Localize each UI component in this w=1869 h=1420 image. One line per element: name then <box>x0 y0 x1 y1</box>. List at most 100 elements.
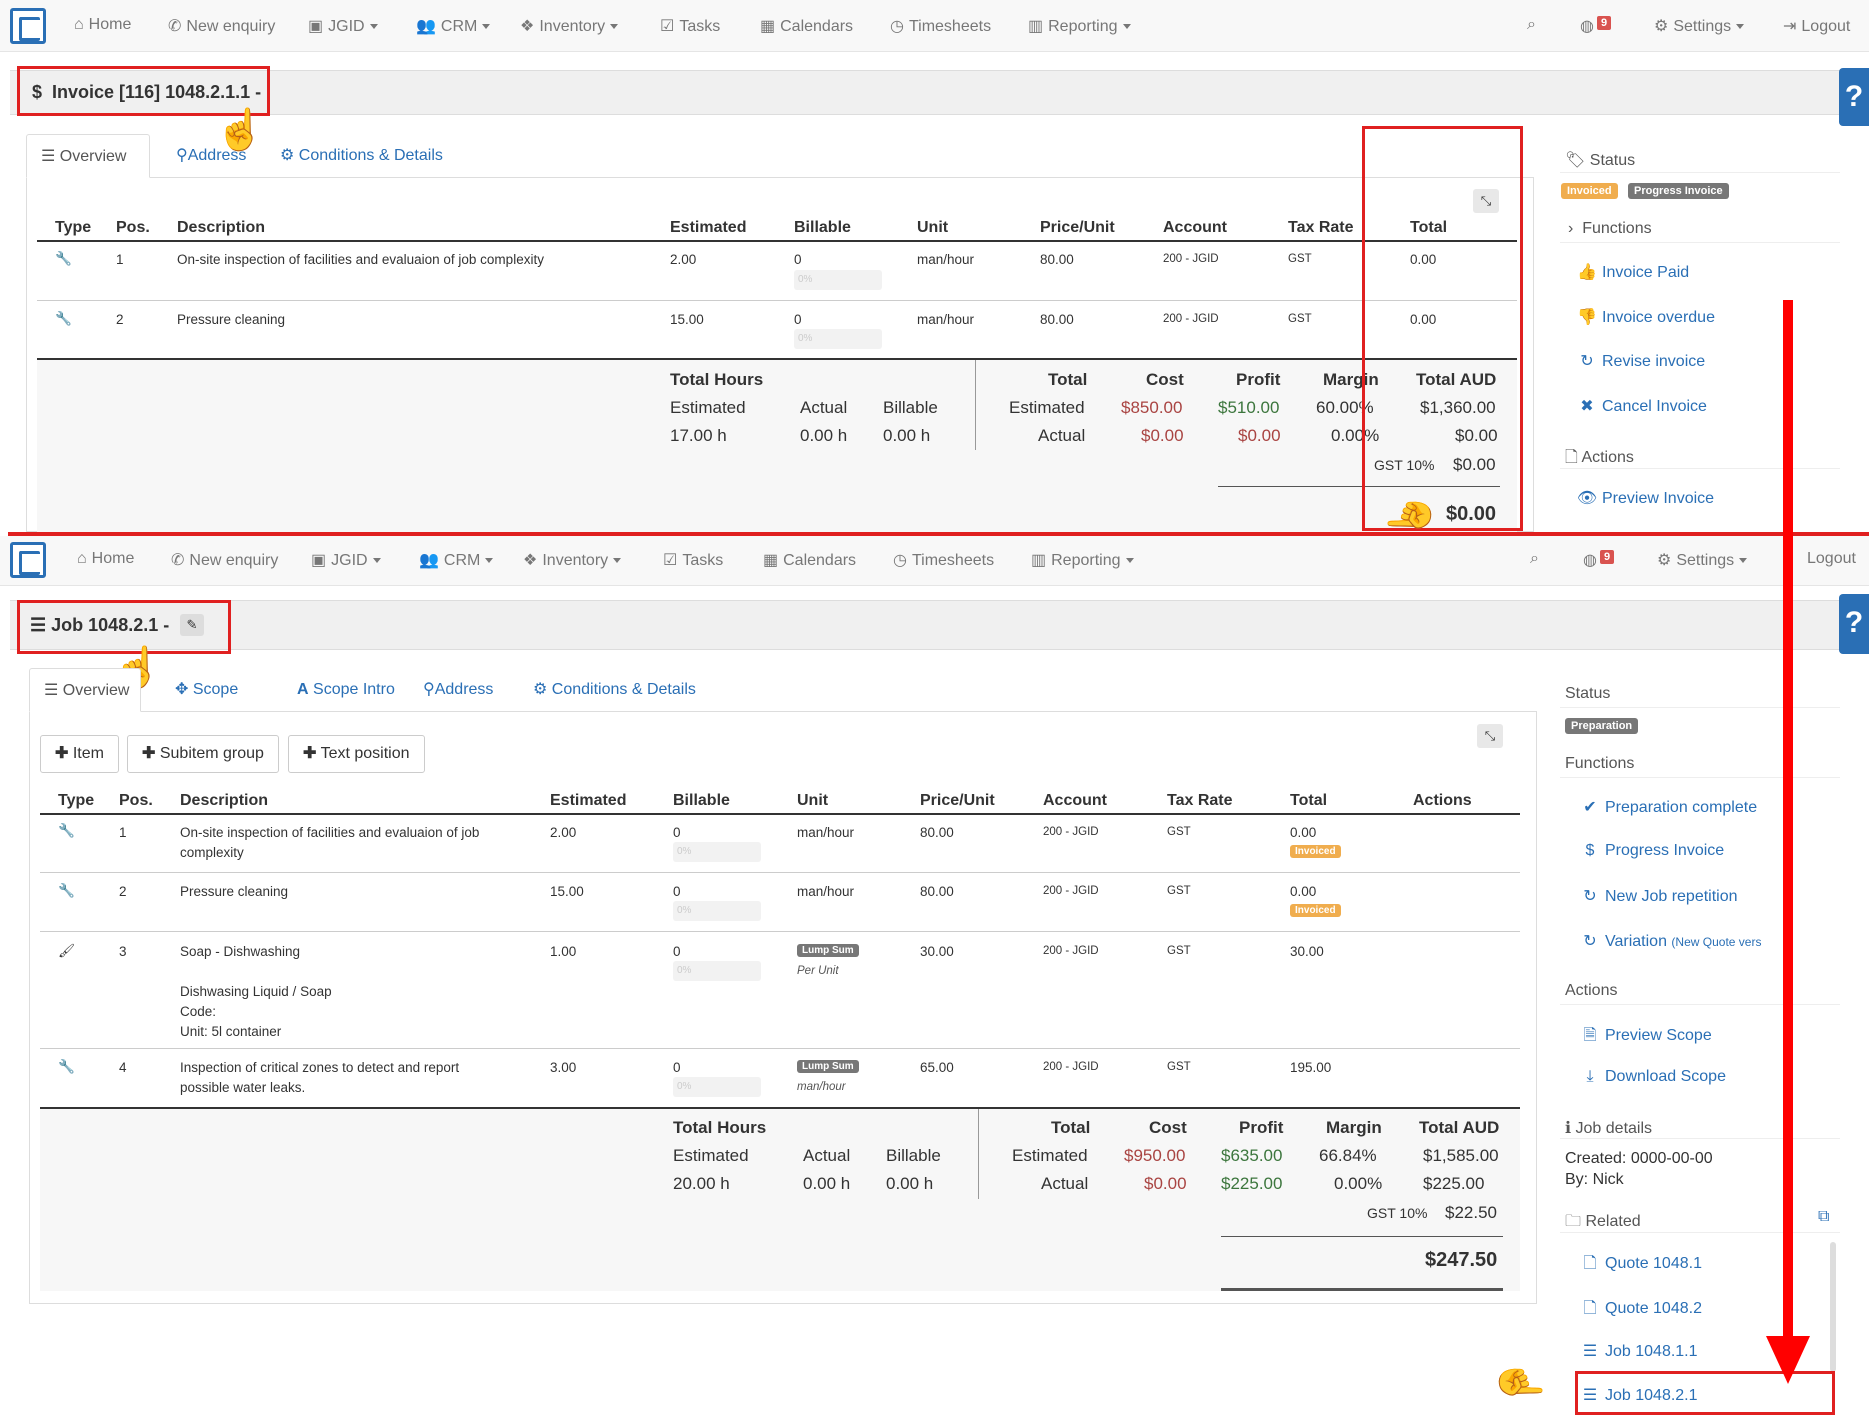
add-subitem-group-button[interactable]: ✚ Subitem group <box>127 735 279 773</box>
nav-new-enquiry[interactable]: ✆ New enquiry <box>171 550 278 570</box>
nav-reporting[interactable]: ▥ Reporting <box>1031 550 1134 570</box>
row-account: 200 - JGID <box>1043 826 1099 838</box>
row-estimated: 2.00 <box>670 252 697 267</box>
nav-jgid[interactable]: ▣ JGID <box>308 16 378 36</box>
tab-overview[interactable]: ☰ Overview <box>29 668 141 712</box>
red-arrow-head <box>1766 1336 1810 1384</box>
tab-conditions[interactable]: ⚙ Conditions & Details <box>266 134 457 178</box>
tab-overview[interactable]: ☰ Overview <box>26 134 150 178</box>
caret-down-icon <box>613 558 622 564</box>
dollar-icon: $ <box>1585 842 1595 859</box>
gear-icon: ⚙ <box>1657 552 1672 569</box>
help-tab[interactable]: ? <box>1839 594 1869 654</box>
compress-icon[interactable]: ⤡ <box>1477 724 1503 748</box>
invoice-page-title: $ Invoice [116] 1048.2.1.1 - <box>32 82 262 102</box>
row-billable[interactable]: 0 <box>673 884 681 899</box>
add-text-position-button[interactable]: ✚ Text position <box>288 735 425 773</box>
tab-scope[interactable]: ✥ Scope <box>161 668 252 712</box>
calendar-icon: ▦ <box>763 552 779 569</box>
estimated-row-label: Estimated <box>1012 1146 1088 1165</box>
separator <box>1560 242 1840 243</box>
row-unit-sub: Per Unit <box>797 965 839 977</box>
nav-timesheets[interactable]: ◷ Timesheets <box>893 550 994 570</box>
row-billable[interactable]: 0 <box>673 1060 681 1075</box>
nav-calendars[interactable]: ▦ Calendars <box>760 16 853 36</box>
nav-notifications[interactable]: ◍ 9 <box>1580 16 1612 36</box>
app-logo[interactable] <box>10 8 46 44</box>
preview-scope-link[interactable]: 🗎 Preview Scope <box>1579 1024 1712 1051</box>
download-scope-link[interactable]: ⤓ Download Scope <box>1579 1068 1726 1086</box>
row-price: 80.00 <box>920 884 954 899</box>
list-icon: ☰ <box>41 148 56 165</box>
invoice-overdue-link[interactable]: 👎 Invoice overdue <box>1576 307 1715 327</box>
search-icon[interactable]: ⌕ <box>1527 16 1536 34</box>
nav-settings[interactable]: ⚙ Settings <box>1654 16 1745 36</box>
billable-progress: 0% <box>673 1077 761 1097</box>
nav-calendars[interactable]: ▦ Calendars <box>763 550 856 570</box>
billable-hours: 0.00 h <box>883 426 931 445</box>
row-billable[interactable]: 0 <box>673 944 681 959</box>
table-header-divider <box>40 813 1520 815</box>
nav-logout[interactable]: Logout <box>1807 550 1856 568</box>
row-divider <box>37 300 1517 301</box>
sidebar-scrollbar[interactable] <box>1830 1242 1836 1372</box>
nav-inventory[interactable]: ❖ Inventory <box>523 550 622 570</box>
nav-reporting[interactable]: ▥ Reporting <box>1028 16 1131 36</box>
actual-margin: 0.00% <box>1334 1174 1383 1193</box>
col-billable: Billable <box>673 792 730 809</box>
crosshairs-icon: ✥ <box>175 681 189 698</box>
row-total: 0.00 <box>1290 884 1317 899</box>
col-actions: Actions <box>1413 792 1472 809</box>
nav-crm[interactable]: 👥 CRM <box>419 550 494 570</box>
plus-icon: ✚ <box>303 745 317 762</box>
related-quote-1048-1[interactable]: 🗋 Quote 1048.1 <box>1579 1252 1702 1279</box>
nav-crm[interactable]: 👥 CRM <box>416 16 491 36</box>
row-price: 80.00 <box>920 825 954 840</box>
nav-settings[interactable]: ⚙ Settings <box>1657 550 1748 570</box>
actual-label: Actual <box>803 1146 851 1165</box>
row-detail: Unit: 5l container <box>180 1024 282 1039</box>
row-billable[interactable]: 0 <box>673 825 681 840</box>
invoice-paid-link[interactable]: 👍 Invoice Paid <box>1576 262 1689 282</box>
nav-jgid[interactable]: ▣ JGID <box>311 550 381 570</box>
nav-home[interactable]: ⌂ Home <box>74 16 131 34</box>
billable-progress: 0% <box>794 270 882 290</box>
edit-pencil-icon[interactable]: ✎ <box>180 614 204 636</box>
variation-link[interactable]: ↻ Variation (New Quote vers <box>1579 931 1784 951</box>
row-billable[interactable]: 0 <box>794 252 802 267</box>
gst-value: $22.50 <box>1445 1203 1497 1222</box>
tab-scope-intro[interactable]: A Scope Intro <box>283 668 409 712</box>
external-link-icon[interactable]: ⧉ <box>1818 1208 1829 1226</box>
new-job-repetition-link[interactable]: ↻ New Job repetition <box>1579 886 1737 906</box>
tab-conditions[interactable]: ⚙ Conditions & Details <box>519 668 710 712</box>
billable-label: Billable <box>883 398 938 417</box>
related-quote-1048-2[interactable]: 🗋 Quote 1048.2 <box>1579 1297 1702 1324</box>
progress-invoice-link[interactable]: $ Progress Invoice <box>1579 842 1725 860</box>
preparation-complete-link[interactable]: ✔ Preparation complete <box>1579 797 1757 817</box>
revise-invoice-link[interactable]: ↻ Revise invoice <box>1576 351 1705 371</box>
tab-address[interactable]: ⚲Address <box>162 134 260 178</box>
help-tab[interactable]: ? <box>1839 68 1869 126</box>
related-job-1048-1-1[interactable]: ☰ Job 1048.1.1 <box>1579 1341 1698 1361</box>
nav-new-enquiry[interactable]: ✆ New enquiry <box>168 16 275 36</box>
search-icon[interactable]: ⌕ <box>1530 550 1539 568</box>
cancel-invoice-link[interactable]: ✖ Cancel Invoice <box>1576 396 1707 416</box>
invoiced-badge: Invoiced <box>1290 845 1341 858</box>
highlight-total-column <box>1362 126 1523 531</box>
add-item-button[interactable]: ✚ Item <box>40 735 119 773</box>
nav-home[interactable]: ⌂ Home <box>77 550 134 568</box>
tab-address[interactable]: ⚲Address <box>409 668 507 712</box>
nav-logout[interactable]: ⇥ Logout <box>1783 16 1850 36</box>
nav-tasks[interactable]: ☑ Tasks <box>660 16 720 36</box>
row-billable[interactable]: 0 <box>794 312 802 327</box>
nav-inventory[interactable]: ❖ Inventory <box>520 16 619 36</box>
separator <box>1560 1232 1840 1233</box>
functions-heading[interactable]: › Functions <box>1568 220 1652 238</box>
nav-tasks[interactable]: ☑ Tasks <box>663 550 723 570</box>
row-detail: Code: <box>180 1004 217 1019</box>
nav-timesheets[interactable]: ◷ Timesheets <box>890 16 991 36</box>
nav-notifications[interactable]: ◍ 9 <box>1583 550 1615 570</box>
app-logo[interactable] <box>10 542 46 578</box>
preview-invoice-link[interactable]: 👁 Preview Invoice <box>1576 488 1714 508</box>
phone-icon: ✆ <box>168 18 182 35</box>
